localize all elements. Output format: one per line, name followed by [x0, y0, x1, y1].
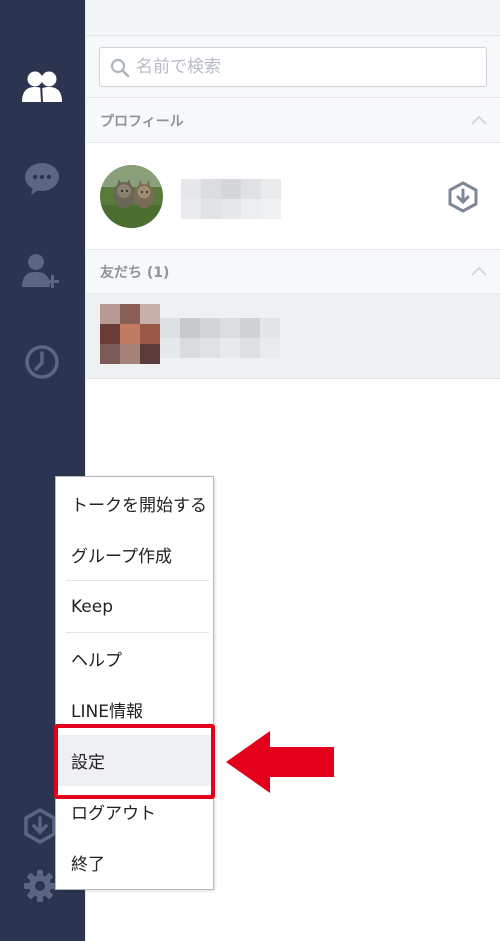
my-profile-row[interactable]: [86, 143, 500, 250]
settings-highlight-box: [54, 724, 215, 799]
search-area: [86, 36, 500, 98]
friends-icon[interactable]: [18, 63, 66, 111]
search-box[interactable]: [99, 47, 487, 87]
friend-list-item[interactable]: [86, 294, 500, 379]
search-input[interactable]: [136, 53, 476, 81]
settings-menu: トークを開始する グループ作成 Keep ヘルプ LINE情報 設定 ログアウト…: [55, 476, 214, 890]
menu-item-start-talk[interactable]: トークを開始する: [56, 478, 213, 529]
profile-section-label: プロフィール: [100, 114, 184, 130]
friends-section-label: 友だち (1): [100, 265, 170, 281]
timeline-icon[interactable]: [18, 338, 66, 386]
profile-section-header[interactable]: プロフィール: [86, 99, 500, 143]
download-icon[interactable]: [447, 181, 479, 213]
chevron-up-icon[interactable]: [471, 115, 487, 125]
title-bar: [86, 0, 500, 36]
menu-item-help[interactable]: ヘルプ: [56, 633, 213, 684]
friends-section-header[interactable]: 友だち (1): [86, 250, 500, 294]
chat-icon[interactable]: [18, 155, 66, 203]
menu-item-create-group[interactable]: グループ作成: [56, 529, 213, 580]
avatar: [100, 165, 163, 228]
search-icon: [110, 58, 130, 78]
friend-avatar-redacted: [100, 304, 160, 368]
chevron-up-icon[interactable]: [471, 266, 487, 276]
red-arrow-icon: [226, 731, 334, 793]
friend-name-redacted: [160, 318, 280, 362]
add-friend-icon[interactable]: [18, 247, 66, 295]
menu-item-exit[interactable]: 終了: [56, 837, 213, 888]
profile-name-redacted: [181, 179, 281, 223]
menu-item-keep[interactable]: Keep: [56, 581, 213, 632]
